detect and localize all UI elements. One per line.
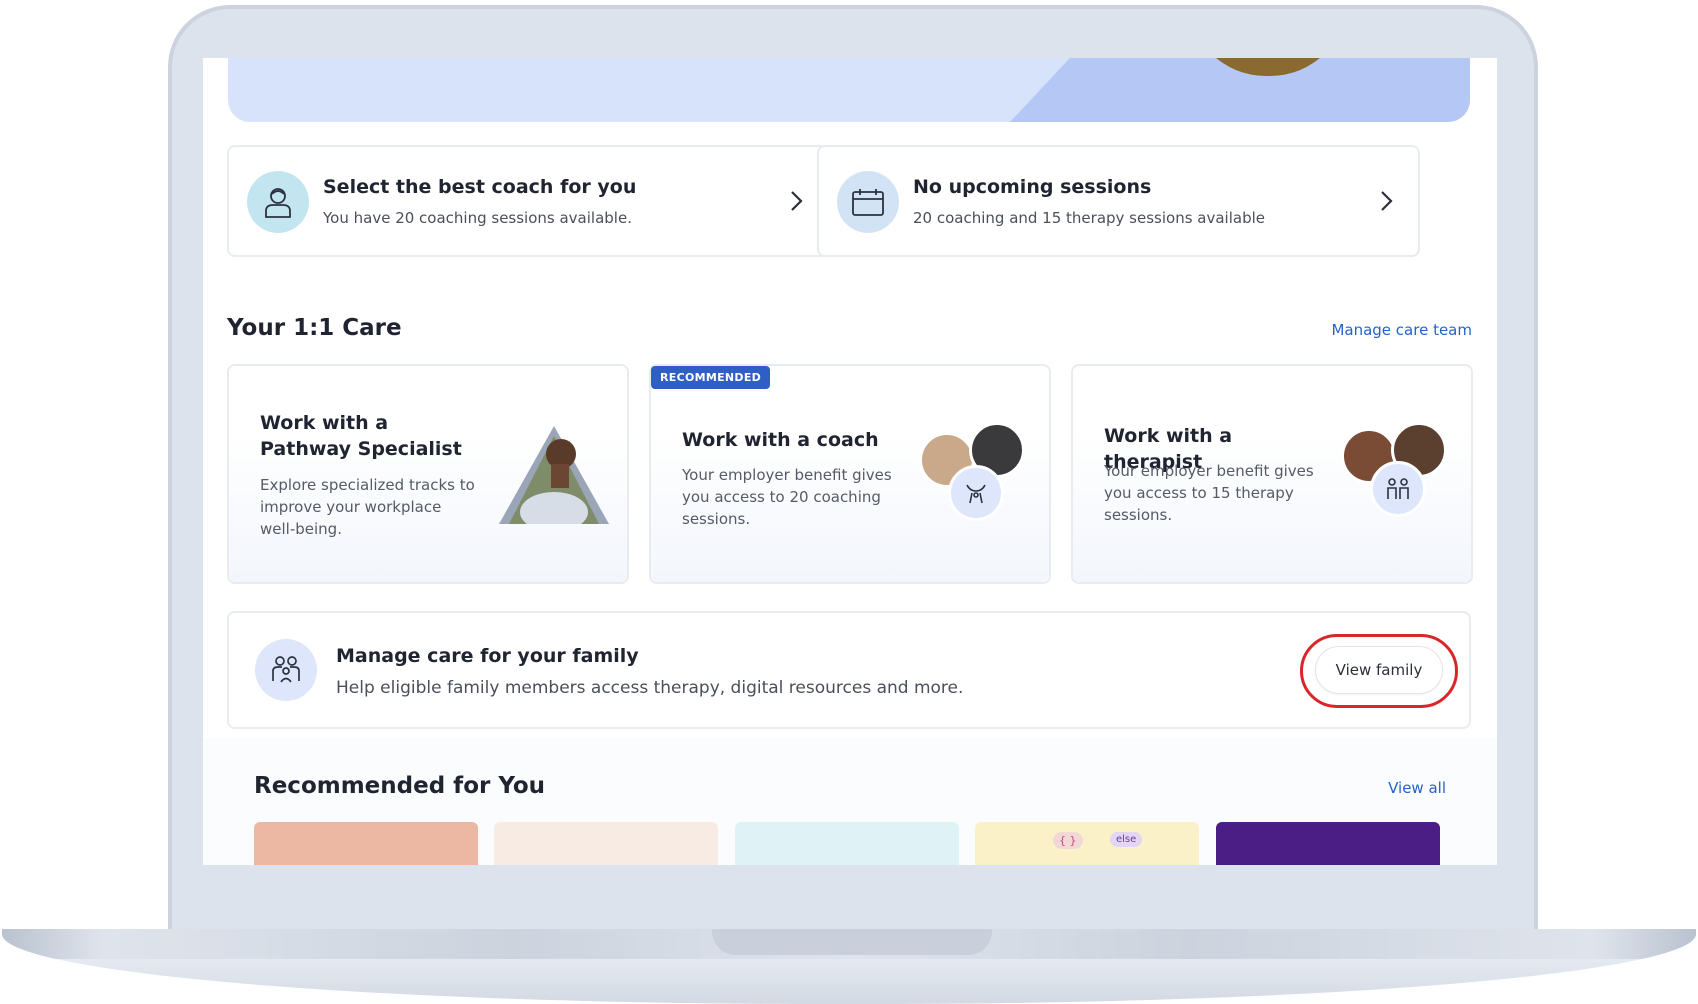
card-title: Work with a coach: [682, 429, 879, 451]
card-subtitle: Your employer benefit gives you access t…: [682, 466, 892, 528]
manage-care-team-link[interactable]: Manage care team: [1331, 321, 1472, 339]
therapist-icon: [1370, 461, 1426, 517]
user-icon: [247, 171, 309, 233]
family-card: Manage care for your family Help eligibl…: [227, 611, 1471, 729]
tile-label: else: [1110, 832, 1143, 847]
therapist-card[interactable]: Work with a therapist Your employer bene…: [1071, 364, 1473, 584]
calendar-icon: [837, 171, 899, 233]
family-subtitle: Help eligible family members access ther…: [336, 678, 964, 698]
card-subtitle: 20 coaching and 15 therapy sessions avai…: [913, 209, 1265, 227]
coach-icon: [948, 465, 1004, 521]
recommended-badge: RECOMMENDED: [651, 366, 771, 389]
card-subtitle: Your employer benefit gives you access t…: [1104, 462, 1314, 524]
laptop-notch: [712, 929, 992, 955]
card-title: Select the best coach for you: [323, 176, 637, 198]
recommended-tile-4[interactable]: { } else: [975, 822, 1199, 865]
card-title: Work with a Pathway Specialist: [260, 412, 462, 460]
pathway-specialist-card[interactable]: Work with a Pathway Specialist Explore s…: [227, 364, 629, 584]
select-coach-card[interactable]: Select the best coach for you You have 2…: [227, 145, 830, 257]
recommended-heading: Recommended for You: [254, 773, 546, 799]
hero-banner: [228, 58, 1470, 122]
view-all-link[interactable]: View all: [1388, 779, 1446, 797]
card-subtitle: You have 20 coaching sessions available.: [323, 209, 632, 227]
recommended-tile-2[interactable]: [494, 822, 718, 865]
app-screen: Select the best coach for you You have 2…: [203, 58, 1497, 865]
recommended-tile-3[interactable]: [735, 822, 959, 865]
view-family-button[interactable]: View family: [1315, 646, 1443, 694]
upcoming-sessions-card[interactable]: No upcoming sessions 20 coaching and 15 …: [817, 145, 1420, 257]
laptop-base: [2, 929, 1696, 1004]
family-icon: [255, 639, 317, 701]
tile-label: { }: [1053, 832, 1083, 849]
recommended-tile-5[interactable]: [1216, 822, 1440, 865]
card-subtitle: Explore specialized tracks to improve yo…: [260, 476, 475, 538]
card-title: No upcoming sessions: [913, 176, 1152, 198]
care-heading: Your 1:1 Care: [227, 315, 402, 341]
chevron-right-icon: [1380, 186, 1394, 219]
recommended-tile-1[interactable]: [254, 822, 478, 865]
coach-card[interactable]: RECOMMENDED Work with a coach Your emplo…: [649, 364, 1051, 584]
chevron-right-icon: [790, 186, 804, 219]
pathway-photo: [499, 426, 609, 532]
family-title: Manage care for your family: [336, 645, 639, 667]
